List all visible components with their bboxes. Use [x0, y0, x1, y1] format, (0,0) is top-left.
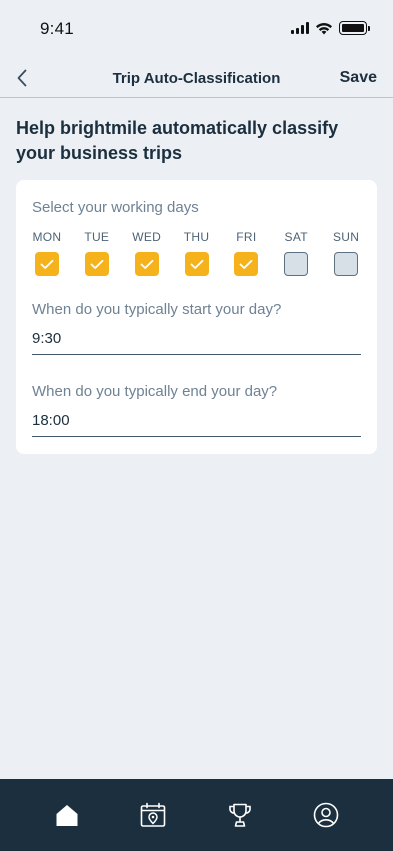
check-icon — [40, 259, 54, 269]
working-days-label: Select your working days — [32, 199, 199, 216]
status-time: 9:41 — [40, 19, 74, 38]
day-label: WED — [132, 230, 162, 244]
start-time-value: 9:30 — [32, 330, 62, 347]
tab-achievements[interactable] — [214, 800, 266, 830]
bottom-tab-bar — [0, 779, 393, 851]
status-bar: 9:41 — [0, 0, 393, 60]
day-label: THU — [183, 230, 210, 244]
calendar-pin-icon — [141, 802, 166, 827]
settings-card: Select your working days MON TUE WED THU — [16, 180, 377, 454]
profile-icon — [313, 802, 339, 828]
day-checkbox-sun[interactable] — [334, 252, 359, 276]
day-wed: WED — [122, 230, 172, 276]
status-icons — [291, 21, 370, 35]
end-time-field[interactable]: 18:00 — [32, 407, 361, 437]
day-label: SUN — [332, 230, 360, 244]
wifi-icon — [316, 22, 332, 34]
tab-home[interactable] — [41, 800, 93, 830]
start-time-field[interactable]: 9:30 — [32, 325, 361, 355]
day-tue: TUE — [72, 230, 122, 276]
day-label: SAT — [284, 230, 308, 244]
battery-icon — [339, 21, 370, 35]
day-fri: FRI — [221, 230, 271, 276]
end-day-label: When do you typically end your day? — [32, 383, 278, 400]
day-thu: THU — [172, 230, 222, 276]
day-label: FRI — [236, 230, 257, 244]
check-icon — [190, 259, 203, 269]
intro-heading: Help brightmile automatically classify y… — [16, 118, 339, 163]
day-label: TUE — [84, 230, 110, 244]
day-sat: SAT — [271, 230, 321, 276]
day-sun: SUN — [321, 230, 371, 276]
tab-profile[interactable] — [300, 800, 352, 830]
trophy-icon — [228, 803, 251, 827]
page-title: Trip Auto-Classification — [112, 70, 281, 87]
start-day-label: When do you typically start your day? — [32, 301, 282, 318]
navigation-bar: Trip Auto-Classification Save — [0, 60, 393, 98]
day-checkbox-sat[interactable] — [284, 252, 309, 276]
check-icon — [90, 259, 104, 269]
tab-trips[interactable] — [127, 800, 179, 830]
check-icon — [140, 259, 154, 269]
working-days-row: MON TUE WED THU FRI SAT SUN — [22, 230, 371, 276]
end-time-value: 18:00 — [32, 412, 70, 429]
home-icon — [56, 805, 78, 826]
day-checkbox-thu[interactable] — [184, 252, 209, 276]
check-icon — [239, 259, 253, 269]
day-mon: MON — [22, 230, 72, 276]
day-label: MON — [32, 230, 62, 244]
save-button[interactable]: Save — [340, 69, 377, 87]
day-checkbox-fri[interactable] — [234, 252, 259, 276]
day-checkbox-mon[interactable] — [34, 252, 59, 276]
cellular-signal-icon — [291, 22, 309, 34]
day-checkbox-wed[interactable] — [134, 252, 159, 276]
day-checkbox-tue[interactable] — [84, 252, 109, 276]
